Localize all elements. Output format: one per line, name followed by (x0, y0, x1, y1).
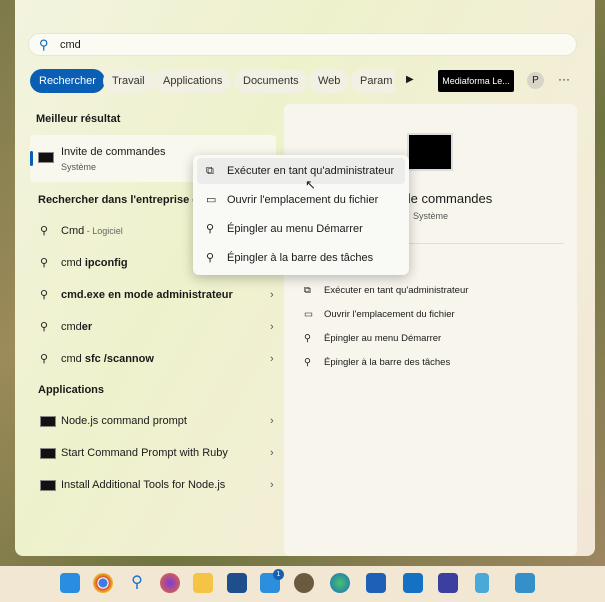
search-icon: ⚲ (40, 289, 49, 301)
menu-run-admin[interactable]: ⧉ Exécuter en tant qu'administrateur (197, 158, 405, 184)
notepad-icon[interactable] (475, 573, 489, 593)
list-item[interactable]: ⚲ cmd sfc /scannow › (30, 346, 276, 372)
org-account-button[interactable]: Mediaforma Le... (438, 70, 514, 92)
action-label: Épingler au menu Démarrer (324, 333, 442, 344)
remote-desktop-icon[interactable] (515, 573, 535, 593)
scroll-right-icon[interactable]: ▶ (406, 74, 414, 85)
context-menu: ⧉ Exécuter en tant qu'administrateur ▭ Ouv… (193, 155, 409, 275)
paint-icon[interactable] (294, 573, 314, 593)
menu-label: Épingler au menu Démarrer (227, 223, 363, 235)
edge-icon[interactable] (330, 573, 350, 593)
pin-icon: ⚲ (206, 252, 215, 264)
tab-rechercher[interactable]: Rechercher (30, 69, 105, 93)
folder-icon: ▭ (304, 309, 313, 320)
search-icon[interactable]: ⚲ (127, 573, 147, 593)
cmd-icon (38, 152, 54, 163)
tab-applications[interactable]: Applications (154, 69, 232, 93)
pin-icon: ⚲ (304, 357, 311, 368)
search-icon: ⚲ (39, 37, 49, 52)
more-icon[interactable]: ··· (558, 72, 570, 86)
chevron-right-icon[interactable]: › (270, 472, 274, 498)
tab-documents[interactable]: Documents (234, 69, 308, 93)
mail-badge: 1 (273, 569, 284, 580)
app-name: Install Additional Tools for Node.js (61, 479, 226, 491)
action-label: Exécuter en tant qu'administrateur (324, 285, 469, 296)
menu-label: Ouvrir l'emplacement du fichier (227, 194, 379, 206)
store-icon[interactable] (227, 573, 247, 593)
outlook-icon[interactable] (403, 573, 423, 593)
taskbar: ⚲ 1 (0, 566, 605, 602)
floppy-icon[interactable] (438, 573, 458, 593)
action-label: Ouvrir l'emplacement du fichier (324, 309, 455, 320)
search-icon: ⚲ (40, 353, 49, 365)
tab-parametres[interactable]: Param (351, 69, 395, 93)
item-bold: er (81, 321, 93, 333)
pin-icon: ⚲ (304, 333, 311, 344)
search-input[interactable]: cmd (60, 39, 81, 51)
search-icon: ⚲ (40, 321, 49, 333)
best-name: Invite de commandes (61, 146, 166, 158)
item-bold: sfc /scannow (84, 353, 154, 365)
action-pin-taskbar[interactable]: ⚲ Épingler à la barre des tâches (304, 357, 450, 368)
chevron-right-icon[interactable]: › (270, 314, 274, 340)
best-type: Système (61, 162, 97, 172)
start-icon[interactable] (60, 573, 80, 593)
item-bold: ipconfig (84, 257, 128, 269)
menu-pin-start[interactable]: ⚲ Épingler au menu Démarrer (197, 216, 405, 242)
tab-web[interactable]: Web (309, 69, 350, 93)
app-item[interactable]: Install Additional Tools for Node.js › (30, 472, 276, 498)
action-open-location[interactable]: ▭ Ouvrir l'emplacement du fichier (304, 309, 455, 320)
action-label: Épingler à la barre des tâches (324, 357, 451, 368)
chevron-right-icon[interactable]: › (270, 440, 274, 466)
list-item[interactable]: ⚲ cmd.exe en mode administrateur › (30, 282, 276, 308)
action-pin-start[interactable]: ⚲ Épingler au menu Démarrer (304, 333, 441, 344)
folder-icon: ▭ (206, 194, 217, 206)
item-text: cmd (61, 321, 82, 333)
shield-icon: ⧉ (206, 165, 214, 177)
cmd-icon (40, 480, 56, 491)
mail-icon[interactable]: 1 (260, 569, 284, 593)
apps-heading: Applications (38, 384, 105, 396)
shield-icon: ⧉ (304, 285, 311, 296)
menu-pin-taskbar[interactable]: ⚲ Épingler à la barre des tâches (197, 245, 405, 271)
search-icon: ⚲ (40, 225, 49, 237)
chrome-icon[interactable] (93, 573, 113, 593)
search-icon: ⚲ (40, 257, 49, 269)
action-run-admin[interactable]: ⧉ Exécuter en tant qu'administrateur (304, 285, 468, 296)
cmd-large-icon (407, 133, 453, 171)
item-text: cmd (61, 353, 85, 365)
cmd-icon (40, 416, 56, 427)
menu-open-location[interactable]: ▭ Ouvrir l'emplacement du fichier (197, 187, 405, 213)
item-text: Cmd (61, 225, 85, 237)
cmd-icon (40, 448, 56, 459)
app-item[interactable]: Node.js command prompt › (30, 408, 276, 434)
item-bold: cmd.exe en mode administrateur (61, 289, 233, 301)
mouse-cursor-icon: ↖ (305, 177, 316, 192)
tab-travail[interactable]: Travail (103, 69, 154, 93)
menu-label: Épingler à la barre des tâches (227, 252, 374, 264)
app-name: Node.js command prompt (61, 415, 187, 427)
word-icon[interactable] (366, 573, 386, 593)
search-box[interactable]: ⚲ cmd (28, 33, 577, 56)
app-name: Start Command Prompt with Ruby (61, 447, 228, 459)
best-heading: Meilleur résultat (36, 113, 121, 125)
start-menu: ⚲ cmd Rechercher Travail Applications Do… (15, 0, 595, 556)
item-suffix: - Logiciel (84, 226, 123, 236)
firefox-icon[interactable] (160, 573, 180, 593)
file-explorer-icon[interactable] (193, 573, 213, 593)
avatar[interactable]: P (527, 72, 544, 89)
chevron-right-icon[interactable]: › (270, 346, 274, 372)
web-heading: Rechercher dans l'entreprise et s (38, 194, 212, 206)
chevron-right-icon[interactable]: › (270, 282, 274, 308)
chevron-right-icon[interactable]: › (270, 408, 274, 434)
app-item[interactable]: Start Command Prompt with Ruby › (30, 440, 276, 466)
list-item[interactable]: ⚲ cmder › (30, 314, 276, 340)
selection-indicator (30, 151, 33, 166)
pin-icon: ⚲ (206, 223, 215, 235)
item-text: cmd (61, 257, 85, 269)
